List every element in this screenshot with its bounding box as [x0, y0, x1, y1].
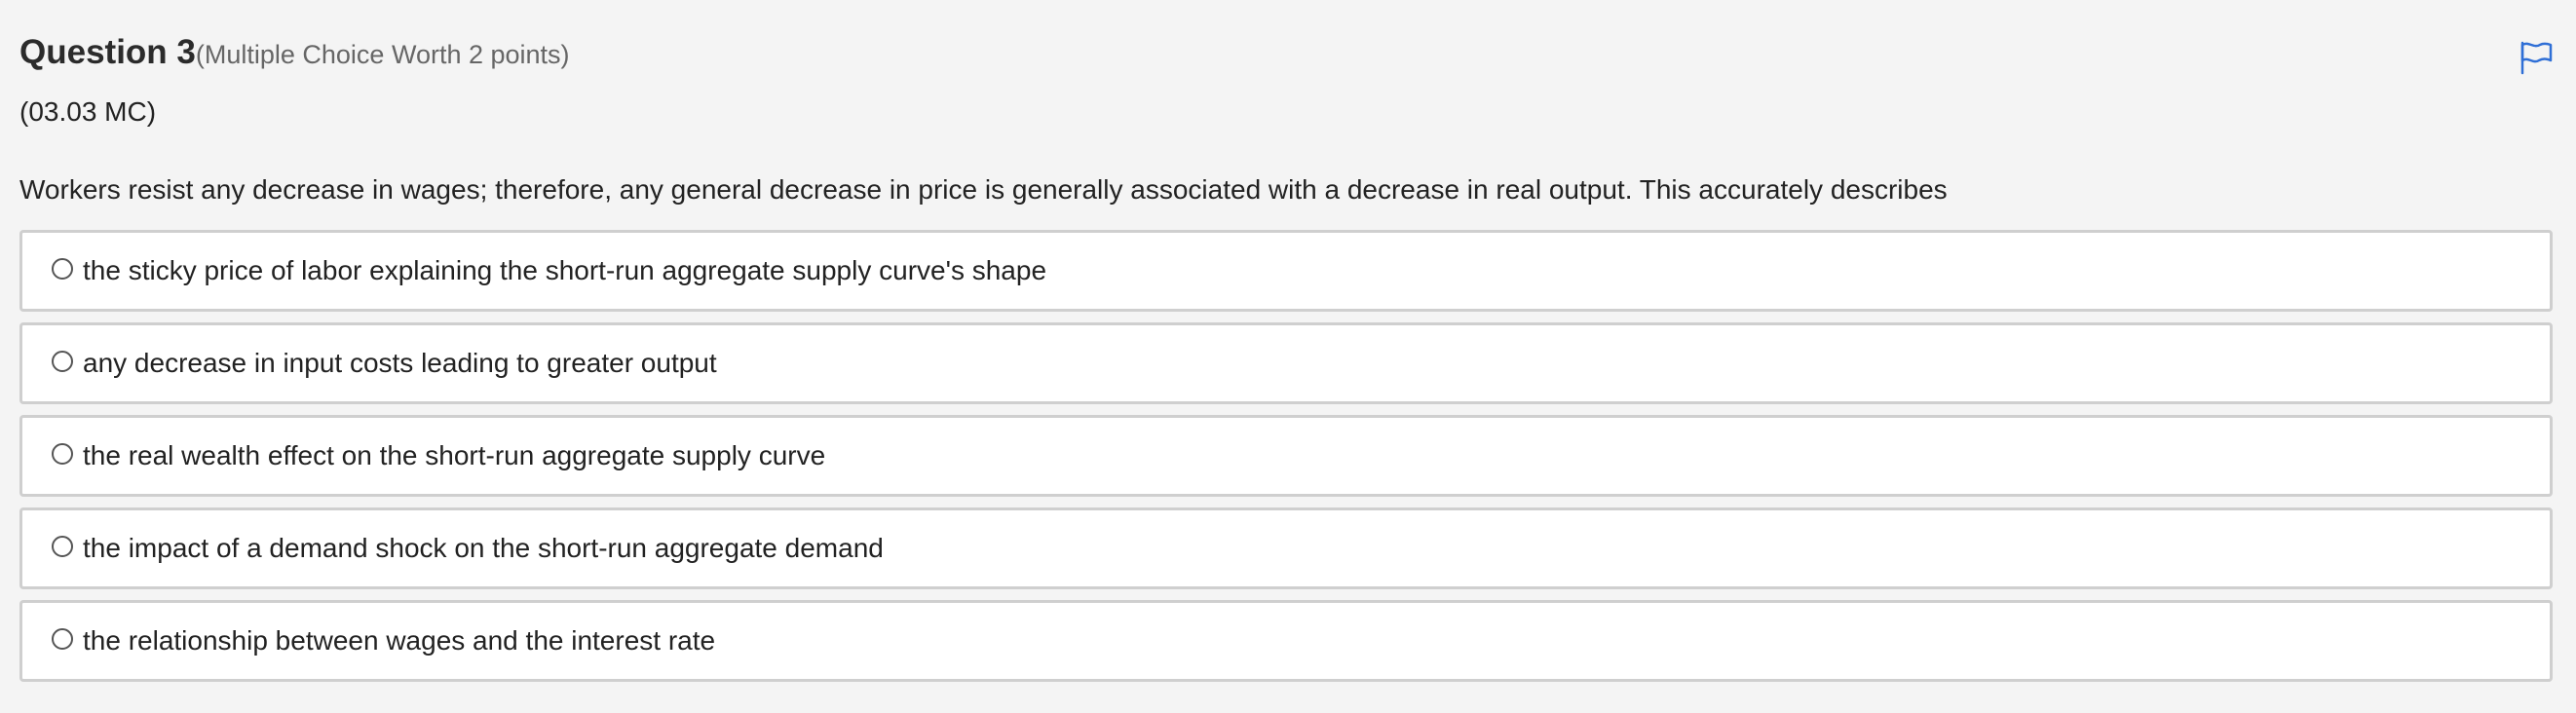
answer-choice-2[interactable]: any decrease in input costs leading to g… — [19, 322, 2553, 404]
radio-button[interactable] — [52, 443, 73, 465]
radio-button[interactable] — [52, 628, 73, 650]
question-worth: (Multiple Choice Worth 2 points) — [195, 40, 570, 69]
choice-label: the sticky price of labor explaining the… — [83, 255, 1047, 285]
question-text: Workers resist any decrease in wages; th… — [19, 174, 1948, 205]
question-code: (03.03 MC) — [19, 96, 157, 127]
flag-button[interactable] — [2519, 40, 2554, 75]
radio-button[interactable] — [52, 536, 73, 557]
radio-button[interactable] — [52, 351, 73, 372]
flag-icon — [2520, 41, 2553, 75]
radio-button[interactable] — [52, 258, 73, 280]
answer-choice-3[interactable]: the real wealth effect on the short-run … — [19, 415, 2553, 497]
answer-choice-4[interactable]: the impact of a demand shock on the shor… — [19, 507, 2553, 589]
choice-label: the relationship between wages and the i… — [83, 625, 716, 656]
answer-choice-5[interactable]: the relationship between wages and the i… — [19, 600, 2553, 682]
question-header: Question 3(Multiple Choice Worth 2 point… — [19, 33, 570, 72]
answer-choices: the sticky price of labor explaining the… — [19, 230, 2553, 693]
choice-label: the real wealth effect on the short-run … — [83, 440, 826, 470]
question-title: Question 3 — [19, 33, 196, 71]
choice-label: any decrease in input costs leading to g… — [83, 348, 717, 378]
answer-choice-1[interactable]: the sticky price of labor explaining the… — [19, 230, 2553, 312]
choice-label: the impact of a demand shock on the shor… — [83, 533, 884, 563]
